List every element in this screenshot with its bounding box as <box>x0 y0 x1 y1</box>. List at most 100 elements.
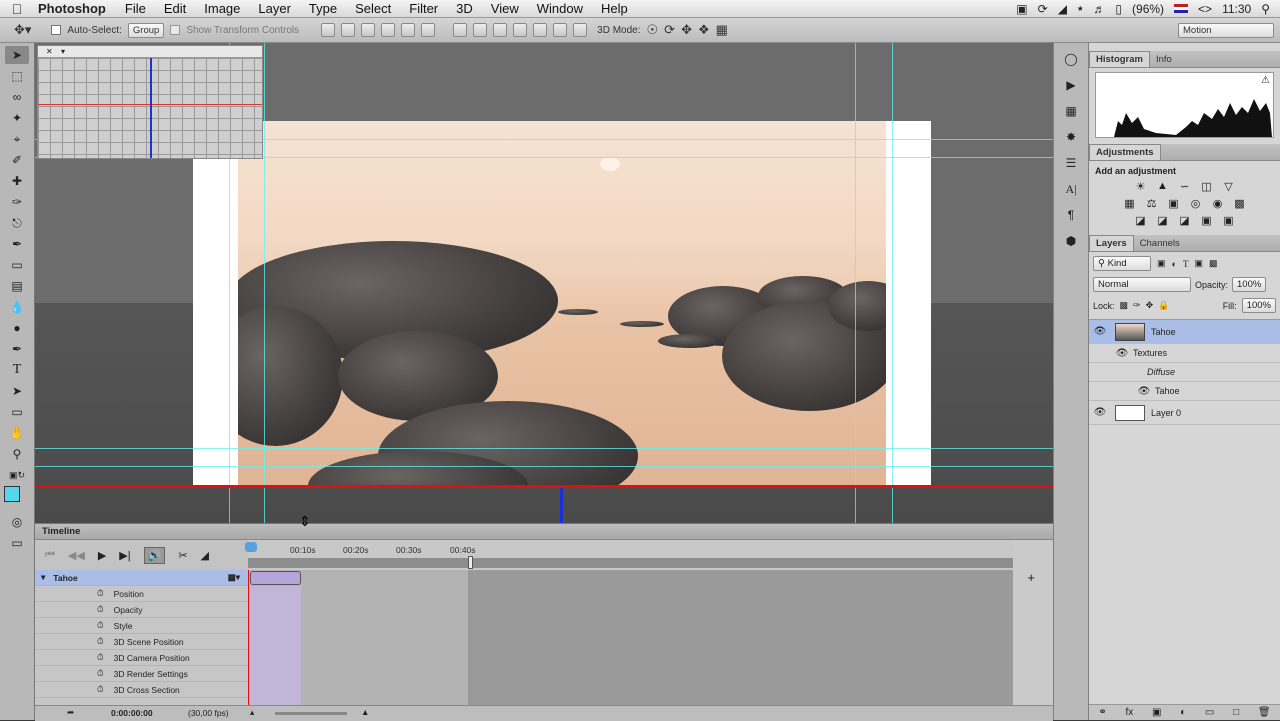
photo-filter-icon[interactable]: ◎ <box>1187 197 1205 210</box>
color-swatches[interactable] <box>2 486 32 510</box>
menu-image[interactable]: Image <box>195 1 249 16</box>
layer-row-tahoe[interactable]: 👁 Tahoe <box>1089 320 1280 344</box>
align-bottom-icon[interactable] <box>361 23 376 37</box>
playhead-line[interactable] <box>248 570 249 705</box>
pen-tool-icon[interactable]: ✒ <box>5 340 29 358</box>
guide-horizontal[interactable] <box>35 448 1053 449</box>
clock[interactable]: 11:30 <box>1222 2 1251 16</box>
filter-adjustment-icon[interactable]: ◐ <box>1172 259 1177 269</box>
zoom-in-icon[interactable]: ▲ <box>361 707 369 717</box>
stopwatch-icon[interactable]: ⏱ <box>97 588 104 599</box>
menu-select[interactable]: Select <box>346 1 400 16</box>
invert-icon[interactable]: ◪ <box>1132 214 1150 227</box>
zoom-slider[interactable] <box>275 712 347 715</box>
screen-icon[interactable]: ▣ <box>1016 2 1027 16</box>
align-hcenter-icon[interactable] <box>401 23 416 37</box>
menu-filter[interactable]: Filter <box>400 1 447 16</box>
timeline-title[interactable]: Timeline <box>42 526 80 537</box>
apple-icon[interactable]:  <box>0 1 34 17</box>
brush-presets-icon[interactable]: ✸ <box>1060 127 1082 147</box>
layer-row-layer0[interactable]: 👁 Layer 0 <box>1089 401 1280 425</box>
sync-icon[interactable]: ⟳ <box>1038 2 1048 16</box>
track-header-tahoe[interactable]: ▾ Tahoe ▩▾ <box>35 570 248 586</box>
add-track-icon[interactable]: + <box>1027 570 1035 585</box>
play-actions-icon[interactable]: ▶ <box>1060 75 1082 95</box>
volume-icon[interactable]: ♬ <box>1093 2 1105 16</box>
distribute-vcenter-icon[interactable] <box>473 23 488 37</box>
brush-tool-icon[interactable]: ✑ <box>5 193 29 211</box>
history-brush-tool-icon[interactable]: ✒ <box>5 235 29 253</box>
new-group-icon[interactable]: ▭ <box>1205 707 1214 718</box>
split-scissors-icon[interactable]: ✂ <box>178 549 187 562</box>
expand-chevron-icon[interactable]: ▾ <box>41 572 45 583</box>
workspace-dropdown[interactable]: Motion <box>1178 22 1274 38</box>
tab-info[interactable]: Info <box>1150 52 1178 67</box>
menu-window[interactable]: Window <box>528 1 592 16</box>
tab-channels[interactable]: Channels <box>1134 236 1186 251</box>
track-property[interactable]: ⏱ 3D Scene Position <box>35 634 248 650</box>
app-name-menu[interactable]: Photoshop <box>34 1 116 16</box>
distribute-top-icon[interactable] <box>453 23 468 37</box>
spotlight-icon[interactable]: ⚲ <box>1261 2 1270 16</box>
selective-color-icon[interactable]: ▣ <box>1198 214 1216 227</box>
zoom-out-icon[interactable]: ▴ <box>250 707 254 718</box>
add-mask-icon[interactable]: ▣ <box>1152 707 1161 718</box>
3d-drag-icon[interactable]: ✥ <box>681 22 692 38</box>
quick-select-tool-icon[interactable]: ✦ <box>5 109 29 127</box>
new-adjustment-icon[interactable]: ◐ <box>1180 707 1186 718</box>
fill-input[interactable]: 100% <box>1241 298 1276 313</box>
move-tool-icon[interactable]: ✥▾ <box>14 22 31 38</box>
track-area[interactable]: + <box>248 570 1035 705</box>
zoom-tool-icon[interactable]: ⚲ <box>5 445 29 463</box>
hue-saturation-icon[interactable]: ▦ <box>1121 197 1139 210</box>
threshold-icon[interactable]: ◪ <box>1176 214 1194 227</box>
clip-tahoe[interactable] <box>250 571 301 585</box>
color-lookup-icon[interactable]: ▩ <box>1231 197 1249 210</box>
eye-icon[interactable]: 👁 <box>1089 407 1111 418</box>
guide-vertical[interactable] <box>855 43 856 523</box>
distribute-right-icon[interactable] <box>553 23 568 37</box>
next-frame-icon[interactable]: ▶| <box>119 549 130 562</box>
levels-icon[interactable]: ▲ <box>1154 180 1172 193</box>
eyedropper-tool-icon[interactable]: ✐ <box>5 151 29 169</box>
3d-materials-icon[interactable]: ⬢ <box>1060 231 1082 251</box>
layer-name[interactable]: Layer 0 <box>1151 408 1181 418</box>
3d-roll-icon[interactable]: ⟳ <box>664 22 675 38</box>
shape-tool-icon[interactable]: ▭ <box>5 403 29 421</box>
menu-edit[interactable]: Edit <box>155 1 195 16</box>
menu-chevron-icon[interactable]: ▾ <box>61 47 65 56</box>
eye-icon[interactable]: 👁 <box>1089 326 1111 337</box>
path-select-tool-icon[interactable]: ➤ <box>5 382 29 400</box>
stamp-tool-icon[interactable]: ⎋ <box>5 214 29 232</box>
dodge-tool-icon[interactable]: ● <box>5 319 29 337</box>
bluetooth-icon[interactable]: ⭑ <box>1077 1 1083 16</box>
stopwatch-icon[interactable]: ⏱ <box>97 620 104 631</box>
layer-sub-textures[interactable]: 👁 Textures <box>1089 344 1280 363</box>
battery-icon[interactable]: ▯ <box>1115 2 1122 16</box>
track-options-icon[interactable]: ▩▾ <box>228 572 240 583</box>
blur-tool-icon[interactable]: 💧 <box>5 298 29 316</box>
eye-icon[interactable]: 👁 <box>1133 386 1155 397</box>
lock-position-icon[interactable]: ✥ <box>1146 300 1154 311</box>
tab-adjustments[interactable]: Adjustments <box>1089 144 1161 160</box>
auto-align-icon[interactable] <box>573 23 588 37</box>
menu-type[interactable]: Type <box>300 1 346 16</box>
layer-sub-tahoe-texture[interactable]: 👁 Tahoe <box>1089 382 1280 401</box>
first-frame-icon[interactable]: ⏮ <box>45 549 55 562</box>
layer-filter-dropdown[interactable]: ⚲ Kind <box>1093 256 1151 271</box>
brush-panel-icon[interactable]: ☰ <box>1060 153 1082 173</box>
posterize-icon[interactable]: ◪ <box>1154 214 1172 227</box>
gradient-tool-icon[interactable]: ▤ <box>5 277 29 295</box>
brightness-icon[interactable]: ☀ <box>1132 180 1150 193</box>
track-property[interactable]: ⏱ 3D Cross Section <box>35 682 248 698</box>
stopwatch-icon[interactable]: ⏱ <box>97 652 104 663</box>
link-layers-icon[interactable]: ⚭ <box>1098 707 1106 718</box>
timeline-ruler[interactable]: 00:10s 00:20s 00:30s 00:40s <box>245 540 1013 570</box>
color-balance-icon[interactable]: ⚖ <box>1143 197 1161 210</box>
track-name[interactable]: Tahoe <box>53 573 77 583</box>
layer-name[interactable]: Tahoe <box>1151 327 1176 337</box>
transition-icon[interactable]: ◢ <box>201 549 209 562</box>
track-property[interactable]: ⏱ Opacity <box>35 602 248 618</box>
channel-mixer-icon[interactable]: ◉ <box>1209 197 1227 210</box>
3d-secondary-view[interactable]: ✕ ▾ <box>37 45 263 159</box>
